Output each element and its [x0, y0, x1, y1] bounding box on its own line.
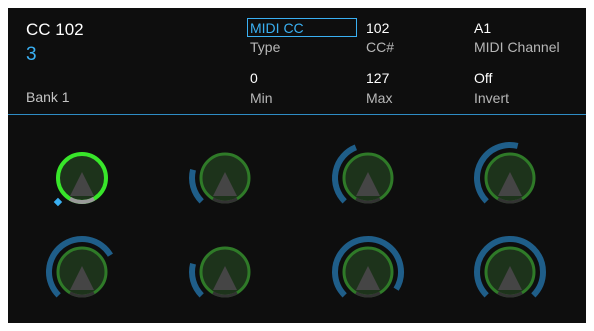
controller-screen: CC 102 3 Bank 1 MIDI CC Type 102 CC# A1 … [8, 8, 586, 323]
knob-6[interactable] [189, 246, 251, 298]
knob-5[interactable] [46, 236, 113, 298]
knob-grid [46, 142, 546, 298]
knob-2[interactable] [189, 152, 251, 204]
knob-3[interactable] [332, 144, 394, 204]
knob-4[interactable] [474, 142, 536, 204]
knob-8[interactable] [474, 236, 546, 298]
knob-1[interactable] [53, 152, 108, 207]
knob-7[interactable] [332, 236, 404, 298]
selection-marker-icon [53, 197, 63, 207]
